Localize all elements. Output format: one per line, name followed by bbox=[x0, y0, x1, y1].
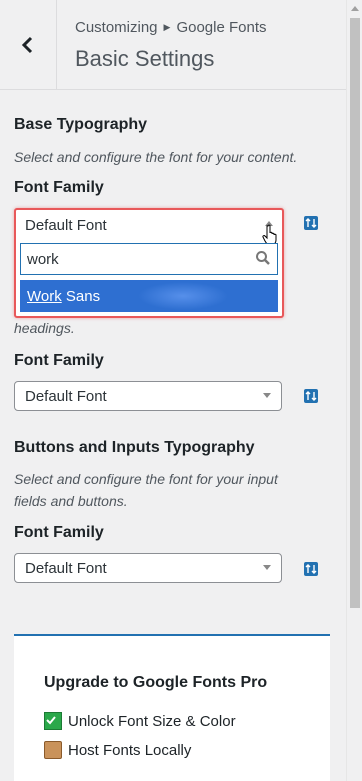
back-button[interactable] bbox=[0, 0, 57, 90]
arrow-up-down-icon bbox=[305, 218, 317, 228]
breadcrumb: Customizing ▶ Google Fonts bbox=[75, 19, 267, 36]
buttons-font-select-value: Default Font bbox=[25, 560, 107, 577]
base-revert-button[interactable] bbox=[304, 216, 318, 230]
buttons-font-family-label: Font Family bbox=[14, 524, 104, 541]
breadcrumb-current: Google Fonts bbox=[176, 19, 267, 36]
chevron-down-icon bbox=[263, 393, 271, 398]
upgrade-title: Upgrade to Google Fonts Pro bbox=[44, 674, 268, 691]
headings-font-family-label: Font Family bbox=[14, 352, 104, 369]
base-font-select[interactable]: Default Font bbox=[18, 212, 280, 246]
font-result-option[interactable]: Work Sans bbox=[20, 280, 278, 312]
feature-label: Host Fonts Locally bbox=[68, 741, 192, 759]
blurred-region bbox=[138, 282, 228, 310]
scroll-up-icon[interactable] bbox=[351, 6, 359, 11]
chevron-down-icon bbox=[263, 565, 271, 570]
scroll-thumb[interactable] bbox=[350, 18, 360, 608]
breadcrumb-separator-icon: ▶ bbox=[163, 22, 171, 32]
feature-item: Unlock Font Size & Color bbox=[44, 712, 236, 730]
search-icon bbox=[256, 251, 270, 265]
buttons-font-select[interactable]: Default Font bbox=[14, 553, 282, 583]
check-icon bbox=[44, 712, 62, 730]
headings-description: headings. bbox=[14, 320, 75, 336]
arrow-up-down-icon bbox=[305, 391, 317, 401]
scrollbar[interactable] bbox=[346, 0, 362, 781]
page-title: Basic Settings bbox=[75, 46, 215, 71]
box-icon bbox=[44, 741, 62, 759]
font-search-input[interactable] bbox=[21, 244, 241, 274]
panel-header: Customizing ▶ Google Fonts Basic Settings bbox=[0, 0, 346, 90]
base-typography-title: Base Typography bbox=[14, 116, 148, 133]
buttons-description-line1: Select and configure the font for your i… bbox=[14, 471, 278, 487]
feature-item: Host Fonts Locally bbox=[44, 741, 191, 759]
chevron-left-icon bbox=[21, 36, 33, 54]
font-result-match: Work bbox=[27, 288, 62, 305]
buttons-typography-title: Buttons and Inputs Typography bbox=[14, 439, 255, 456]
base-font-dropdown-open[interactable]: Default Font Work Sans bbox=[14, 208, 284, 318]
buttons-description-line2: fields and buttons. bbox=[14, 493, 128, 509]
base-typography-description: Select and configure the font for your c… bbox=[14, 149, 298, 165]
base-font-family-label: Font Family bbox=[14, 179, 104, 196]
headings-font-select[interactable]: Default Font bbox=[14, 381, 282, 411]
buttons-revert-button[interactable] bbox=[304, 562, 318, 576]
font-result-rest: Sans bbox=[61, 288, 101, 305]
base-font-select-value: Default Font bbox=[25, 217, 107, 234]
font-result-label: Work Sans bbox=[27, 288, 100, 305]
headings-font-select-value: Default Font bbox=[25, 388, 107, 405]
headings-revert-button[interactable] bbox=[304, 389, 318, 403]
font-search-box[interactable] bbox=[20, 243, 278, 275]
feature-label: Unlock Font Size & Color bbox=[68, 712, 236, 730]
arrow-up-down-icon bbox=[305, 564, 317, 574]
breadcrumb-parent: Customizing bbox=[75, 19, 158, 36]
upgrade-card: Upgrade to Google Fonts Pro Unlock Font … bbox=[14, 634, 330, 781]
